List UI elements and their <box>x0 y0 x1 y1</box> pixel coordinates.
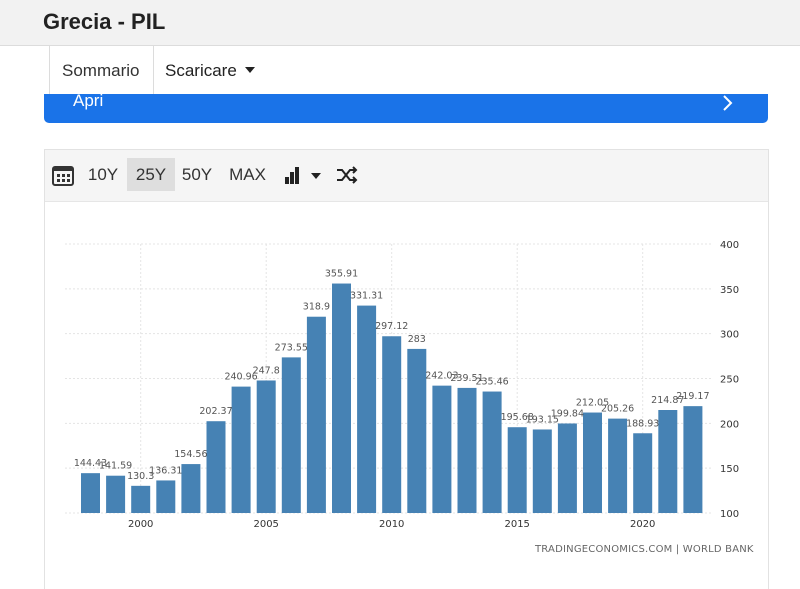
open-button[interactable]: Apri <box>44 91 768 123</box>
range-50y-button[interactable]: 50Y <box>177 158 217 191</box>
chart-panel: 10Y 25Y 50Y MAX <box>44 149 769 589</box>
chevron-right-icon <box>723 95 733 111</box>
chart-source: TRADINGECONOMICS.COM | WORLD BANK <box>535 544 754 555</box>
page-header: Grecia - PIL <box>0 0 800 46</box>
tab-download[interactable]: Scaricare <box>165 46 285 96</box>
shuffle-icon[interactable] <box>335 164 359 186</box>
range-10y-button[interactable]: 10Y <box>83 158 123 191</box>
caret-down-icon <box>244 67 255 74</box>
tab-summary[interactable]: Sommario <box>49 46 154 96</box>
bar-chart-type-icon[interactable] <box>283 164 325 186</box>
range-25y-button[interactable]: 25Y <box>127 158 175 191</box>
calendar-icon[interactable] <box>52 164 74 186</box>
page-title: Grecia - PIL <box>43 9 166 34</box>
range-max-button[interactable]: MAX <box>225 158 270 191</box>
tab-download-label: Scaricare <box>165 61 237 80</box>
chart-toolbar: 10Y 25Y 50Y MAX <box>45 150 768 202</box>
tab-bar: Sommario Scaricare <box>0 46 800 96</box>
open-button-label: Apri <box>73 91 104 110</box>
page: Grecia - PIL Sommario Scaricare Apri 10Y… <box>0 0 800 589</box>
